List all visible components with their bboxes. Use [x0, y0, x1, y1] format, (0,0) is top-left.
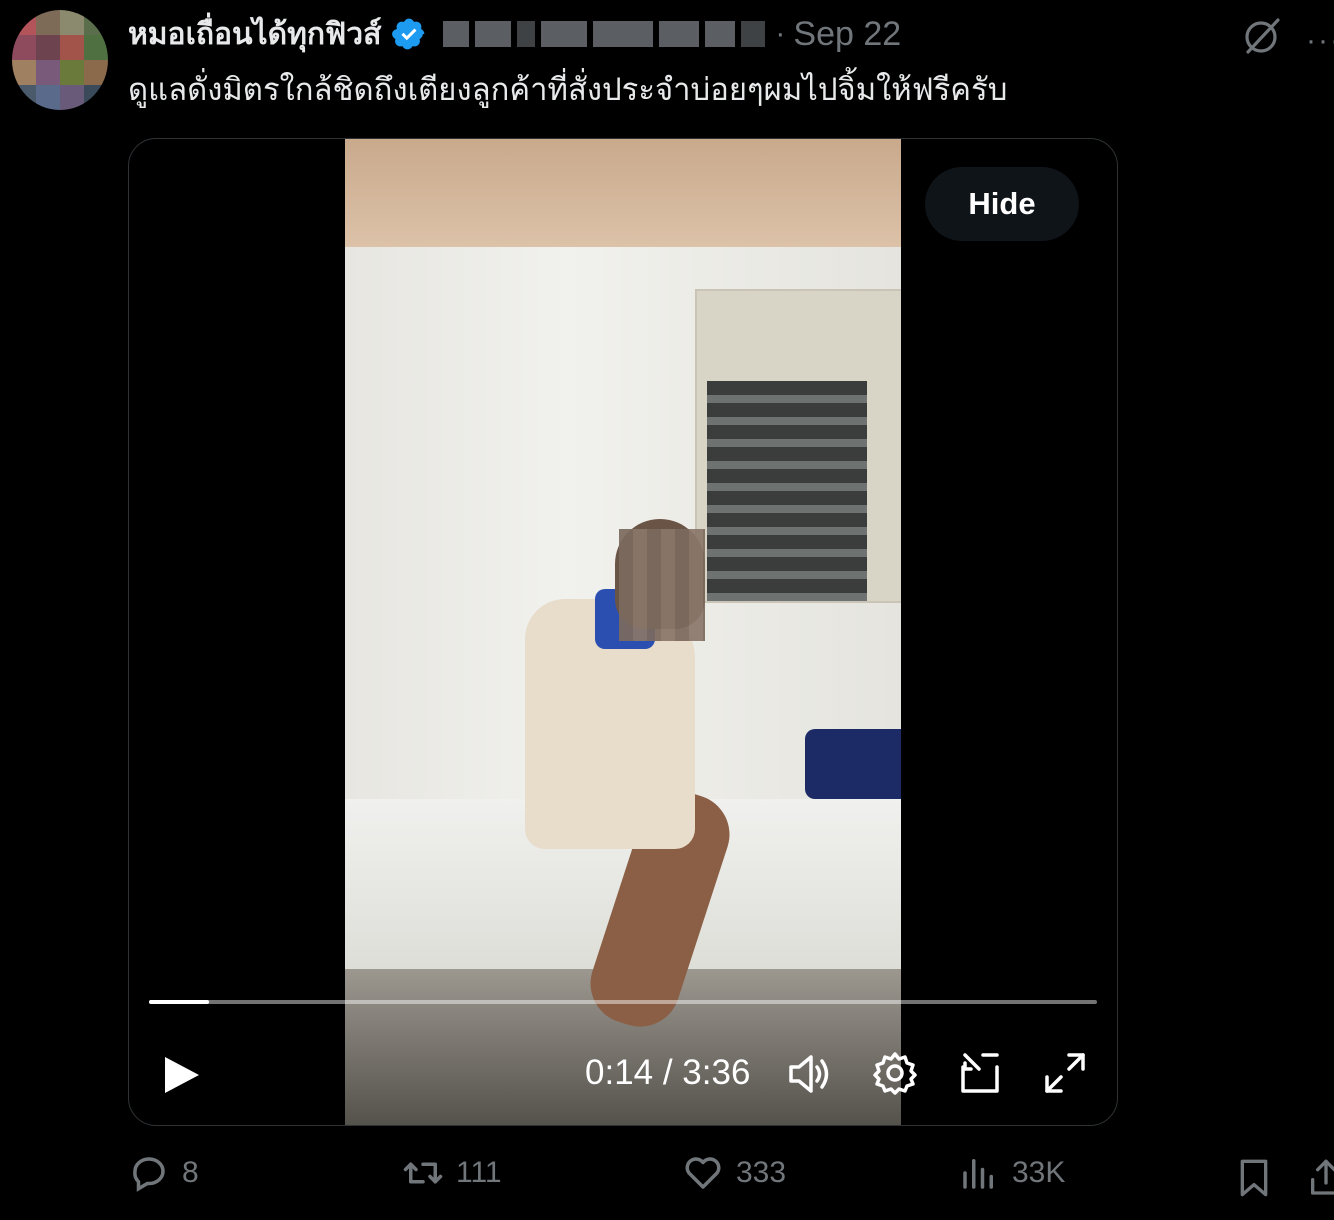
verified-badge-icon: [392, 18, 425, 50]
settings-icon[interactable]: [871, 1049, 919, 1097]
views-button[interactable]: 33K: [958, 1152, 1065, 1194]
fullscreen-icon[interactable]: [1041, 1049, 1089, 1097]
progress-bar[interactable]: [149, 1000, 1097, 1004]
share-icon[interactable]: [1306, 1156, 1334, 1200]
play-icon[interactable]: [159, 1053, 203, 1097]
avatar[interactable]: [12, 10, 108, 110]
tweet-header: หมอเถื่อนได้ทุกฟิวส์ · Sep 22: [128, 12, 901, 56]
video-controls: 0:14 / 3:36: [129, 1039, 1117, 1111]
scene-ceiling: [345, 139, 901, 247]
reply-button[interactable]: 8: [128, 1152, 199, 1194]
time-display: 0:14 / 3:36: [585, 1053, 751, 1092]
retweet-count: 111: [456, 1156, 502, 1189]
scene-window-louvres: [707, 381, 867, 601]
like-button[interactable]: 333: [682, 1152, 786, 1194]
tweet-actions: 8 111 333 33K: [0, 1152, 1334, 1212]
display-name[interactable]: หมอเถื่อนได้ทุกฟิวส์: [128, 11, 381, 58]
tweet-date[interactable]: Sep 22: [793, 15, 901, 54]
progress-bar-fill: [149, 1000, 209, 1004]
hide-button[interactable]: Hide: [925, 167, 1079, 241]
views-icon: [963, 1159, 993, 1189]
face-blur: [619, 529, 705, 641]
reply-icon: [133, 1157, 165, 1192]
heart-icon: [685, 1157, 721, 1189]
pip-icon[interactable]: [957, 1049, 1005, 1097]
handle-redacted: [443, 21, 766, 47]
separator-dot: ·: [775, 17, 786, 50]
video-player[interactable]: Hide 0:14 / 3:36: [128, 138, 1118, 1126]
like-count: 333: [736, 1156, 787, 1189]
tweet-text: ดูแลดั่งมิตรใกล้ชิดถึงเตียงลูกค้าที่สั่ง…: [128, 72, 1008, 107]
video-frame[interactable]: [345, 139, 901, 1125]
retweet-button[interactable]: 111: [402, 1152, 502, 1194]
more-icon[interactable]: ···: [1306, 26, 1334, 56]
view-count: 33K: [1012, 1156, 1066, 1189]
volume-icon[interactable]: [785, 1049, 835, 1099]
bookmark-icon[interactable]: [1234, 1156, 1274, 1200]
scene-person-shorts: [805, 729, 901, 799]
grok-icon[interactable]: [1240, 14, 1284, 58]
reply-count: 8: [182, 1156, 199, 1189]
retweet-icon: [403, 1162, 443, 1184]
